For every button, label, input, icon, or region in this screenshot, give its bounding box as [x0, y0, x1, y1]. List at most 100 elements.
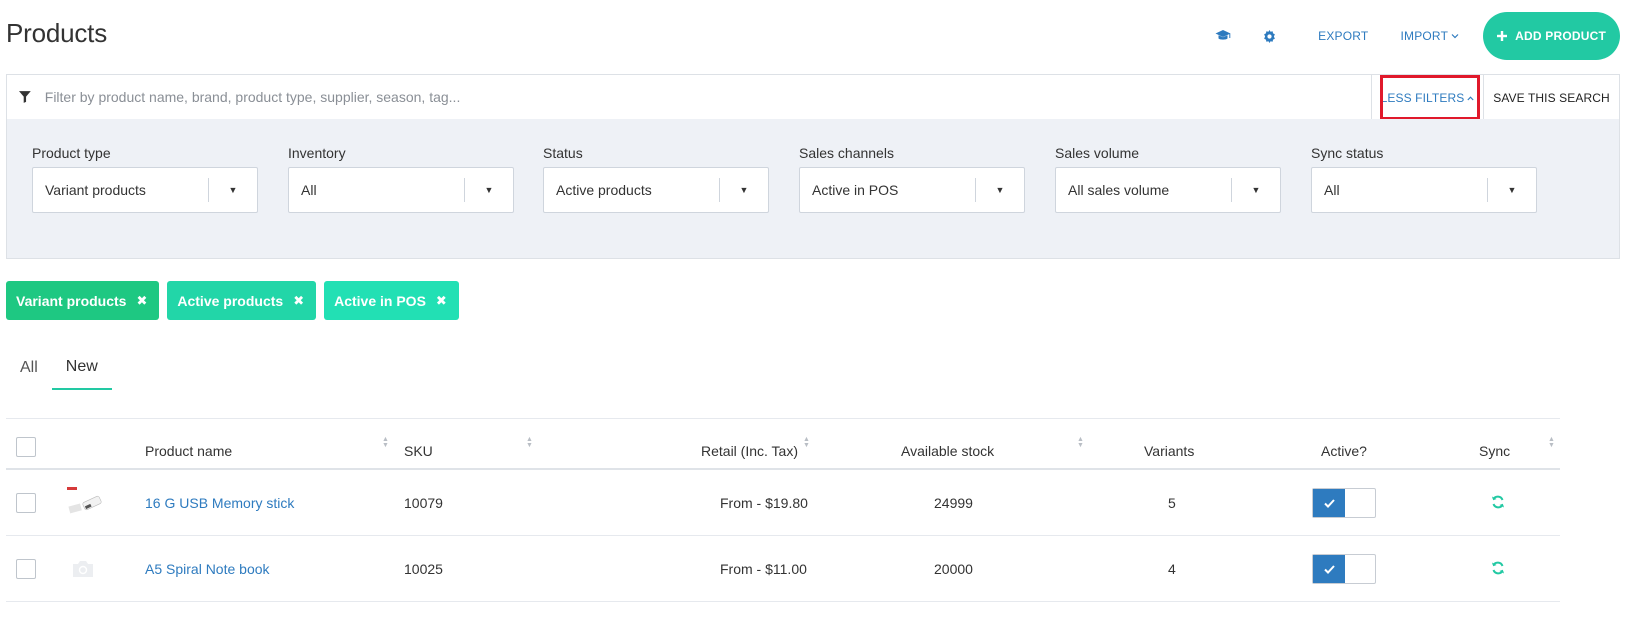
retail-cell: From - $19.80 [720, 495, 808, 511]
sales-channels-select[interactable]: Active in POS ▼ [799, 167, 1025, 213]
filter-sync-status: Sync status All ▼ [1311, 145, 1537, 213]
product-type-select[interactable]: Variant products ▼ [32, 167, 258, 213]
export-link[interactable]: EXPORT [1318, 29, 1368, 43]
active-filter-chips: Variant products ✖ Active products ✖ Act… [6, 281, 467, 320]
status-select[interactable]: Active products ▼ [543, 167, 769, 213]
stock-cell: 24999 [934, 495, 973, 511]
chip-label: Active products [177, 292, 284, 309]
check-icon [1313, 555, 1345, 583]
variants-cell: 4 [1168, 561, 1176, 577]
caret-down-icon: ▼ [228, 185, 238, 195]
col-active: Active? [1321, 443, 1367, 459]
row-checkbox[interactable] [16, 559, 36, 579]
table-row: 16 G USB Memory stick 10079 From - $19.8… [6, 470, 1560, 536]
sort-icon[interactable]: ▲ ▼ [1077, 436, 1084, 449]
import-label: IMPORT [1400, 29, 1449, 43]
sync-icon[interactable] [1491, 495, 1505, 512]
filter-label: Sync status [1311, 145, 1384, 161]
col-variants: Variants [1144, 443, 1195, 459]
filter-search-input[interactable] [44, 89, 1371, 105]
check-icon [1313, 489, 1345, 517]
sort-icon[interactable]: ▲ ▼ [382, 436, 389, 449]
col-product-name[interactable]: Product name [145, 443, 232, 459]
filter-label: Inventory [288, 145, 346, 161]
caret-down-icon: ▼ [739, 185, 749, 195]
sync-icon[interactable] [1491, 561, 1505, 578]
sales-volume-select[interactable]: All sales volume ▼ [1055, 167, 1281, 213]
chip-label: Active in POS [334, 292, 426, 309]
add-product-label: ADD PRODUCT [1515, 29, 1606, 43]
chip-active-in-pos: Active in POS ✖ [324, 281, 459, 320]
select-value: All sales volume [1068, 182, 1170, 198]
less-filters-button[interactable]: LESS FILTERS [1371, 75, 1483, 121]
page-header: Products EXPORT IMPORT ADD PRODUCT [0, 0, 1626, 74]
plus-icon [1497, 31, 1508, 41]
select-value: All [1324, 182, 1340, 198]
sku-cell: 10079 [404, 495, 443, 511]
sync-status-select[interactable]: All ▼ [1311, 167, 1537, 213]
select-value: All [301, 182, 317, 198]
caret-down-icon: ▼ [995, 185, 1005, 195]
sku-cell: 10025 [404, 561, 443, 577]
col-retail[interactable]: Retail (Inc. Tax) [701, 443, 798, 459]
caret-down-icon: ▼ [1251, 185, 1261, 195]
chevron-down-icon [1451, 34, 1459, 39]
col-available-stock[interactable]: Available stock [901, 443, 994, 459]
select-value: Active in POS [812, 182, 899, 198]
tab-all[interactable]: All [6, 346, 52, 390]
filter-sales-volume: Sales volume All sales volume ▼ [1055, 145, 1281, 213]
caret-down-icon: ▼ [1507, 185, 1517, 195]
highlight-box [1380, 75, 1480, 120]
chip-label: Variant products [16, 292, 127, 309]
row-checkbox[interactable] [16, 493, 36, 513]
select-value: Active products [556, 182, 652, 198]
tab-new[interactable]: New [51, 346, 112, 390]
chip-active-products: Active products ✖ [167, 281, 317, 320]
save-search-button[interactable]: SAVE THIS SEARCH [1483, 75, 1619, 121]
filter-status: Status Active products ▼ [543, 145, 769, 213]
graduation-cap-icon[interactable] [1208, 21, 1238, 51]
close-icon[interactable]: ✖ [436, 293, 447, 309]
table-header: Product name ▲ ▼ SKU ▲ ▼ Retail (Inc. Tax)… [6, 418, 1560, 470]
variants-cell: 5 [1168, 495, 1176, 511]
filter-funnel-icon [19, 91, 31, 103]
import-dropdown[interactable]: IMPORT [1400, 29, 1459, 43]
caret-down-icon: ▼ [484, 185, 494, 195]
gear-icon[interactable] [1254, 21, 1284, 51]
select-all-checkbox[interactable] [16, 437, 36, 457]
table-row: A5 Spiral Note book 10025 From - $11.00 … [6, 536, 1560, 602]
filter-panel: Product type Variant products ▼ Inventor… [6, 119, 1620, 259]
sort-icon[interactable]: ▲ ▼ [1548, 436, 1555, 449]
active-toggle[interactable] [1312, 488, 1376, 518]
products-table: Product name ▲ ▼ SKU ▲ ▼ Retail (Inc. Tax)… [6, 418, 1560, 602]
close-icon[interactable]: ✖ [293, 293, 304, 309]
product-name-link[interactable]: 16 G USB Memory stick [145, 495, 294, 511]
filter-sales-channels: Sales channels Active in POS ▼ [799, 145, 1025, 213]
active-toggle[interactable] [1312, 554, 1376, 584]
filter-product-type: Product type Variant products ▼ [32, 145, 258, 213]
retail-cell: From - $11.00 [720, 561, 807, 577]
select-value: Variant products [45, 182, 146, 198]
camera-placeholder-icon [59, 548, 107, 590]
col-sku[interactable]: SKU [404, 443, 433, 459]
stock-cell: 20000 [934, 561, 973, 577]
sort-icon[interactable]: ▲ ▼ [803, 436, 810, 449]
product-name-link[interactable]: A5 Spiral Note book [145, 561, 270, 577]
sort-icon[interactable]: ▲ ▼ [526, 436, 533, 449]
product-thumbnail [59, 482, 107, 524]
col-sync: Sync [1479, 443, 1511, 459]
chip-variant-products: Variant products ✖ [6, 281, 160, 320]
inventory-select[interactable]: All ▼ [288, 167, 514, 213]
product-tabs: All New [6, 346, 112, 390]
filter-label: Status [543, 145, 583, 161]
header-actions: EXPORT IMPORT ADD PRODUCT [1208, 12, 1620, 60]
filter-label: Sales volume [1055, 145, 1140, 161]
filter-label: Sales channels [799, 145, 894, 161]
close-icon[interactable]: ✖ [136, 293, 147, 309]
filter-inventory: Inventory All ▼ [288, 145, 514, 213]
add-product-button[interactable]: ADD PRODUCT [1483, 12, 1620, 60]
page-title: Products [6, 18, 108, 48]
filter-bar: LESS FILTERS SAVE THIS SEARCH [6, 74, 1620, 121]
filter-search [7, 75, 1371, 119]
usb-stick-image [67, 487, 102, 514]
